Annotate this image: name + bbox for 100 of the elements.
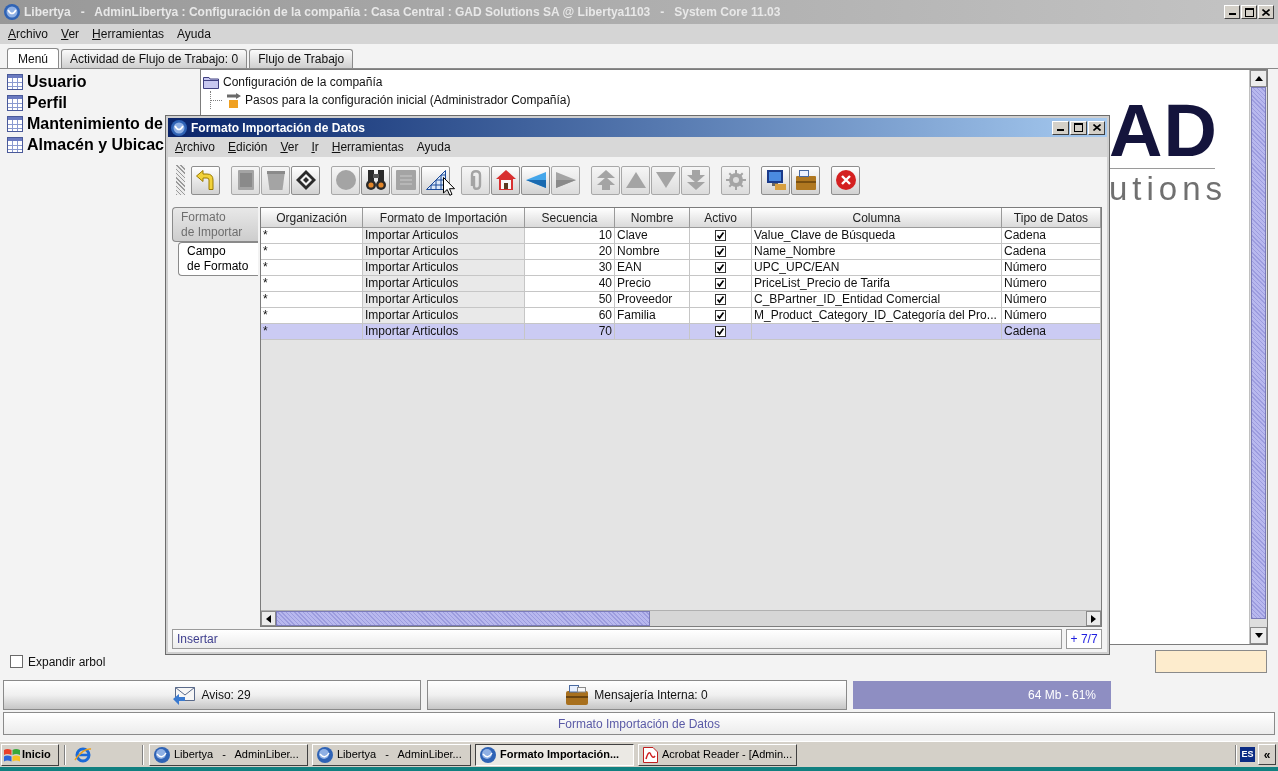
taskbar-button[interactable]: Libertya - AdminLiber... [312, 743, 471, 766]
trash-icon [265, 170, 286, 190]
triangle-left-icon [266, 614, 271, 623]
minimize-button[interactable] [1224, 5, 1240, 19]
minimize-button[interactable] [1052, 120, 1069, 135]
toolbar-button[interactable] [791, 165, 820, 195]
menu-item[interactable]: Archivo [175, 138, 216, 156]
toolbar-button[interactable] [291, 165, 320, 195]
menu-item[interactable]: Edición [228, 138, 268, 156]
tab[interactable]: Actividad de Flujo de Trabajo: 0 [61, 49, 248, 68]
column-header[interactable]: Secuencia [525, 208, 615, 228]
drag-handle[interactable] [176, 165, 185, 195]
double-up-arrow-icon [595, 170, 616, 190]
double-down-arrow-icon [685, 170, 706, 190]
taskbar-button[interactable]: Formato Importación... [475, 743, 634, 766]
checkbox[interactable] [715, 246, 726, 257]
checkbox[interactable] [715, 310, 726, 321]
maximize-button[interactable] [1070, 120, 1087, 135]
triangle-up-icon [625, 170, 646, 190]
maximize-icon [1074, 123, 1083, 132]
taskbar-button[interactable]: Acrobat Reader - [Admin... [638, 743, 797, 766]
close-button[interactable] [1088, 120, 1105, 135]
table-row[interactable]: * Importar Articulos 70 Cadena [261, 324, 1101, 340]
table-cell: 70 [525, 324, 615, 340]
scroll-up-button[interactable] [1250, 70, 1267, 87]
column-header[interactable]: Tipo de Datos [1002, 208, 1101, 228]
flag-icon [4, 747, 20, 762]
maximize-icon [1244, 7, 1254, 17]
horizontal-scrollbar[interactable] [261, 610, 1101, 626]
tree-item[interactable]: Configuración de la compañía [223, 73, 383, 91]
mouse-pointer-icon [443, 177, 455, 196]
scroll-left-button[interactable] [261, 611, 276, 626]
maximize-button[interactable] [1241, 5, 1257, 19]
app-icon [171, 119, 187, 136]
page-icon [235, 170, 256, 190]
scroll-down-button[interactable] [1250, 627, 1267, 644]
toolbar-button[interactable] [361, 165, 390, 195]
menu-item[interactable]: Ayuda [177, 25, 211, 43]
table-cell: Importar Articulos [363, 292, 525, 308]
globe-icon [480, 746, 496, 763]
status-text: Insertar [172, 629, 1063, 649]
column-header[interactable]: Nombre [615, 208, 690, 228]
checkbox[interactable] [10, 655, 23, 668]
scroll-right-button[interactable] [1086, 611, 1101, 626]
gear-icon [725, 170, 746, 190]
browser-icon[interactable] [74, 745, 92, 764]
checkbox[interactable] [715, 294, 726, 305]
tree-item[interactable]: Pasos para la configuración inicial (Administrador Compañía) [245, 91, 571, 109]
checkbox[interactable] [715, 326, 726, 337]
table-cell: Importar Articulos [363, 308, 525, 324]
table-row[interactable]: * Importar Articulos 60 Familia M_Product_Category_ID_Categoría del Pro... Número [261, 308, 1101, 324]
table-row[interactable]: * Importar Articulos 10 Clave Value_Clave de Búsqueda Cadena [261, 228, 1101, 244]
column-header[interactable]: Columna [752, 208, 1002, 228]
column-header[interactable]: Activo [690, 208, 752, 228]
checkbox[interactable] [715, 278, 726, 289]
table-cell: Importar Articulos [363, 228, 525, 244]
globe-icon [154, 746, 170, 763]
menu-item[interactable]: Ir [311, 138, 319, 156]
tab[interactable]: Menú [7, 48, 60, 68]
triangle-down-icon [655, 170, 676, 190]
close-button[interactable] [1258, 5, 1274, 19]
record-count[interactable]: + 7/7 [1066, 629, 1102, 649]
house-icon [495, 170, 516, 190]
mail-icon [173, 685, 196, 705]
taskbar-button[interactable]: Libertya - AdminLiber... [149, 743, 308, 766]
vertical-scrollbar[interactable] [1249, 70, 1267, 644]
checkbox[interactable] [715, 262, 726, 273]
start-button[interactable]: Inicio [1, 743, 59, 766]
status-button[interactable]: Mensajería Interna: 0 [427, 680, 847, 710]
table-row[interactable]: * Importar Articulos 40 Precio PriceList_Precio de Tarifa Número [261, 276, 1101, 292]
circle-icon [335, 170, 356, 190]
language-indicator[interactable]: ES [1240, 747, 1255, 762]
monitor-icon [765, 170, 786, 190]
minimize-icon [1057, 128, 1064, 131]
status-button[interactable]: Aviso: 29 [3, 680, 421, 710]
menu-item[interactable]: Archivo [8, 25, 49, 43]
show-hidden-icons-button[interactable]: « [1258, 744, 1276, 765]
side-tab[interactable]: Formato de Importar [172, 207, 258, 242]
checkbox[interactable] [715, 230, 726, 241]
menu-item[interactable]: Ver [280, 138, 299, 156]
scrollbar-thumb[interactable] [1251, 87, 1266, 619]
folder-icon [203, 75, 219, 89]
document-icon [643, 746, 658, 763]
undo-icon [195, 170, 216, 190]
briefcase-icon [795, 170, 816, 190]
table-row[interactable]: * Importar Articulos 30 EAN UPC_UPC/EAN Número [261, 260, 1101, 276]
table-row[interactable]: * Importar Articulos 50 Proveedor C_BPartner_ID_Entidad Comercial Número [261, 292, 1101, 308]
input-field[interactable] [1155, 650, 1267, 673]
toolbar-button[interactable] [491, 165, 520, 195]
toolbar-button[interactable] [761, 165, 790, 195]
column-header[interactable]: Formato de Importación [363, 208, 525, 228]
table-row[interactable]: * Importar Articulos 20 Nombre Name_Nombre Cadena [261, 244, 1101, 260]
menu-item[interactable]: Ayuda [416, 138, 451, 156]
menu-item[interactable]: Herramientas [92, 25, 165, 43]
column-header[interactable]: Organización [261, 208, 363, 228]
menu-item[interactable]: Ver [61, 25, 80, 43]
tab[interactable]: Flujo de Trabajo [249, 49, 354, 68]
scrollbar-thumb[interactable] [276, 611, 650, 626]
side-tab[interactable]: Campo de Formato [178, 242, 258, 276]
menu-item[interactable]: Herramientas [331, 138, 404, 156]
